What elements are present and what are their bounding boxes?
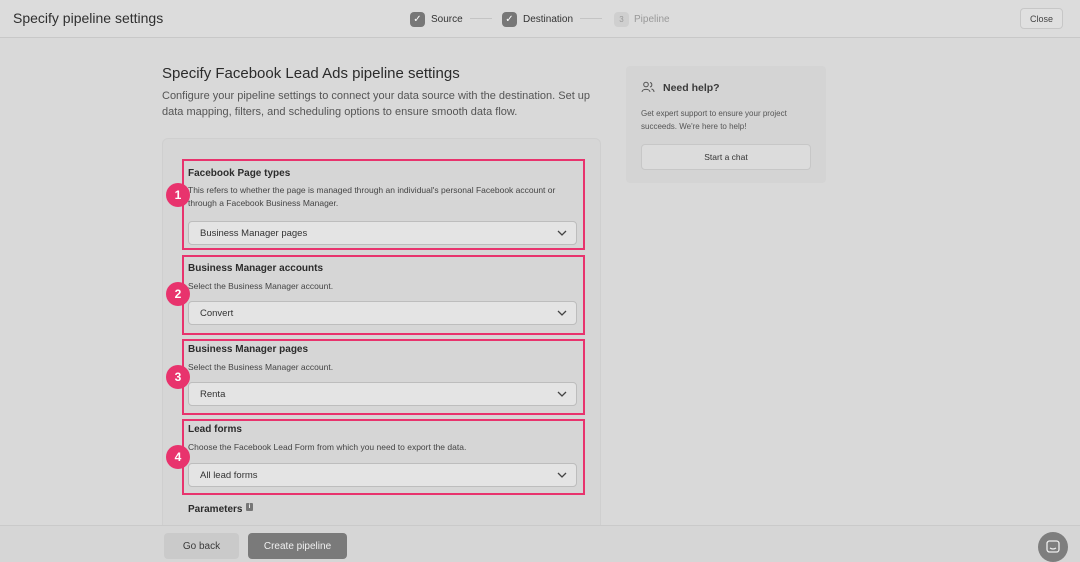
bottom-bar: Go back Create pipeline [0,525,1080,562]
chevron-down-icon [557,310,567,316]
step-divider [470,18,492,19]
select-value: Business Manager pages [200,227,308,239]
page-title: Specify pipeline settings [13,10,164,26]
help-title: Need help? [663,82,720,94]
close-button[interactable]: Close [1020,8,1063,29]
help-description: Get expert support to ensure your projec… [641,109,787,131]
chevron-down-icon [557,230,567,236]
check-icon: ✓ [410,11,425,27]
select-value: Convert [200,307,234,319]
step-pipeline: 3 Pipeline [614,10,670,28]
go-back-button[interactable]: Go back [164,533,239,559]
section-lead-forms: Lead forms Choose the Facebook Lead Form… [182,419,585,495]
section-title: Facebook Page types [188,168,291,179]
step-badge: 2 [166,282,190,306]
step-divider [580,18,602,19]
top-bar: Specify pipeline settings ✓ Source ✓ Des… [0,0,1080,38]
info-icon[interactable]: i [246,503,253,511]
step-badge: 3 [166,365,190,389]
bm-accounts-select[interactable]: Convert [188,301,577,325]
section-bm-pages: Business Manager pages Select the Busine… [182,339,585,415]
step-source[interactable]: ✓ Source [410,10,463,28]
chevron-down-icon [557,391,567,397]
start-chat-button[interactable]: Start a chat [641,144,811,170]
create-pipeline-button[interactable]: Create pipeline [248,533,347,559]
section-description: This refers to whether the page is manag… [188,185,556,208]
section-page-types: Facebook Page types This refers to wheth… [182,159,585,250]
section-title: Lead forms [188,424,242,435]
section-description: Select the Business Manager account. [188,281,334,291]
select-value: Renta [200,388,226,400]
settings-description: Configure your pipeline settings to conn… [162,90,591,118]
step-badge: 4 [166,445,190,469]
section-title: Business Manager accounts [188,263,324,274]
section-title: Business Manager pages [188,344,309,355]
page-types-select[interactable]: Business Manager pages [188,221,577,245]
step-badge: 1 [166,183,190,207]
section-description: Choose the Facebook Lead Form from which… [188,442,467,452]
settings-title: Specify Facebook Lead Ads pipeline setti… [162,65,460,82]
section-description: Select the Business Manager account. [188,362,334,372]
help-card: Need help? Get expert support to ensure … [626,66,826,183]
step-destination[interactable]: ✓ Destination [502,10,573,28]
step-label: Destination [523,13,574,25]
step-number: 3 [614,11,629,27]
bm-pages-select[interactable]: Renta [188,382,577,406]
users-icon [641,81,655,93]
section-bm-accounts: Business Manager accounts Select the Bus… [182,255,585,335]
parameters-title: Parameters [188,504,243,515]
chat-widget-button[interactable] [1038,532,1068,562]
lead-forms-select[interactable]: All lead forms [188,463,577,487]
select-value: All lead forms [200,469,258,481]
chevron-down-icon [557,472,567,478]
step-label: Source [431,13,463,25]
check-icon: ✓ [502,11,517,27]
step-label: Pipeline [634,13,670,25]
chat-icon [1046,540,1060,553]
